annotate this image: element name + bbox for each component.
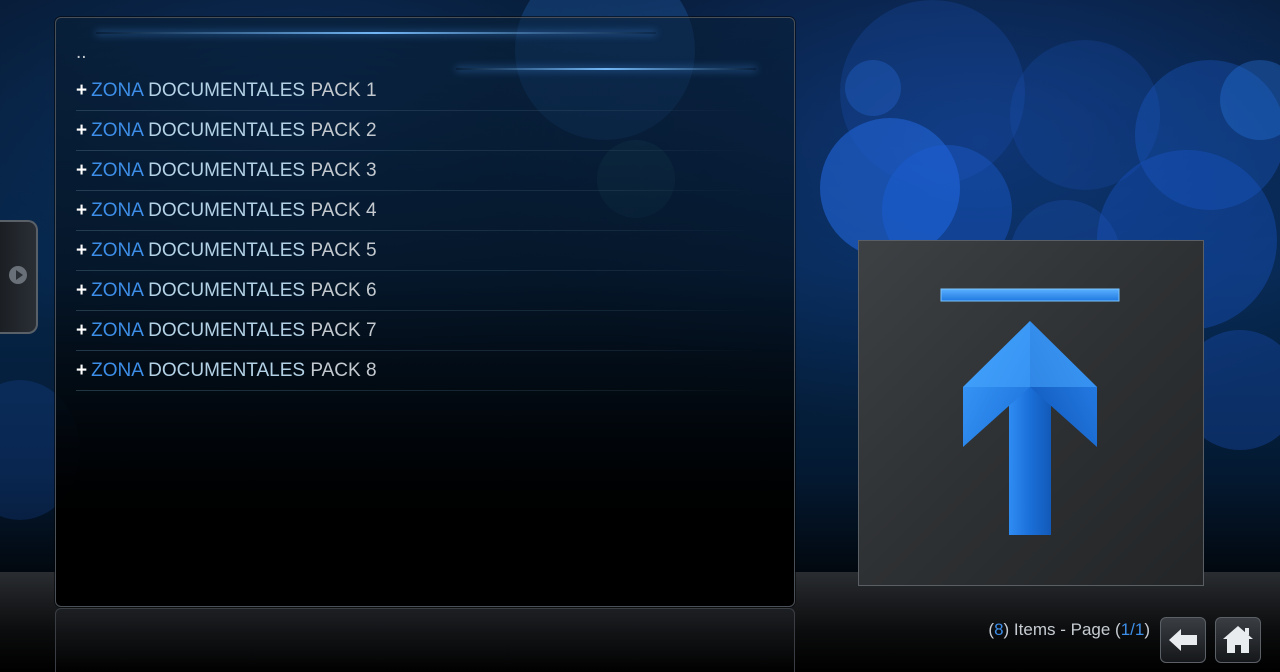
item-title-part-c: PACK 6 [310,280,377,301]
expand-plus-icon: + [76,120,88,141]
side-menu-tab[interactable] [0,220,38,334]
expand-plus-icon: + [76,240,88,261]
item-title-part-a: ZONA [91,160,143,181]
thumbnail-panel [858,240,1204,586]
expand-plus-icon: + [76,200,88,221]
expand-plus-icon: + [76,320,88,341]
item-count: 8 [994,620,1004,639]
list-item[interactable]: + ZONA DOCUMENTALES PACK 3 [76,151,756,191]
items-page-label: ) Items - Page ( [1003,620,1121,639]
paren-close: ) [1144,620,1150,639]
item-title-part-b: DOCUMENTALES [148,240,306,261]
bokeh-decoration [1220,60,1280,140]
list-item[interactable]: + ZONA DOCUMENTALES PACK 7 [76,311,756,351]
glow-line-decoration [96,32,656,34]
item-title-part-c: PACK 2 [310,120,377,141]
item-title-part-b: DOCUMENTALES [148,120,306,141]
item-title-part-b: DOCUMENTALES [148,360,306,381]
item-title-part-c: PACK 8 [310,360,377,381]
item-title-part-b: DOCUMENTALES [148,280,306,301]
item-title-part-a: ZONA [91,320,143,341]
list-item[interactable]: + ZONA DOCUMENTALES PACK 6 [76,271,756,311]
item-title-part-a: ZONA [91,80,143,101]
items-page-info: (8) Items - Page (1/1) [988,620,1150,642]
home-button[interactable] [1215,617,1261,663]
bokeh-decoration [1135,60,1280,210]
item-title-part-a: ZONA [91,280,143,301]
item-title-part-a: ZONA [91,360,143,381]
row-divider [76,390,756,391]
list-item[interactable]: + ZONA DOCUMENTALES PACK 8 [76,351,756,391]
item-title-part-c: PACK 3 [310,160,377,181]
item-title-part-a: ZONA [91,240,143,261]
item-title-part-a: ZONA [91,120,143,141]
bokeh-decoration [845,60,901,116]
media-browser-screen: .. + ZONA DOCUMENTALES PACK 1 + ZONA DOCUME… [0,0,1280,672]
parent-folder-up-arrow-icon [940,288,1120,535]
list-item[interactable]: + ZONA DOCUMENTALES PACK 5 [76,231,756,271]
item-title-part-b: DOCUMENTALES [148,320,306,341]
item-title-part-c: PACK 1 [310,80,377,101]
list-item[interactable]: + ZONA DOCUMENTALES PACK 2 [76,111,756,151]
bokeh-decoration [1010,40,1160,190]
bokeh-decoration [820,118,960,258]
expand-plus-icon: + [76,360,88,381]
expand-plus-icon: + [76,160,88,181]
back-arrow-icon [1169,629,1197,651]
bokeh-decoration [840,0,1025,185]
file-list-panel: .. + ZONA DOCUMENTALES PACK 1 + ZONA DOCUME… [55,17,795,607]
item-title-part-c: PACK 7 [310,320,377,341]
item-title-part-b: DOCUMENTALES [148,200,306,221]
list-item[interactable]: + ZONA DOCUMENTALES PACK 1 [76,71,756,111]
page-indicator: 1/1 [1120,620,1145,639]
home-icon [1223,626,1253,653]
item-title-part-b: DOCUMENTALES [148,80,306,101]
list-item[interactable]: + ZONA DOCUMENTALES PACK 4 [76,191,756,231]
back-button[interactable] [1160,617,1206,663]
parent-folder-label: .. [76,42,87,63]
play-icon [9,266,27,284]
item-title-part-b: DOCUMENTALES [148,160,306,181]
item-title-part-c: PACK 5 [310,240,377,261]
item-title-part-c: PACK 4 [310,200,377,221]
item-title-part-a: ZONA [91,200,143,221]
expand-plus-icon: + [76,80,88,101]
panel-reflection [55,608,795,672]
expand-plus-icon: + [76,280,88,301]
